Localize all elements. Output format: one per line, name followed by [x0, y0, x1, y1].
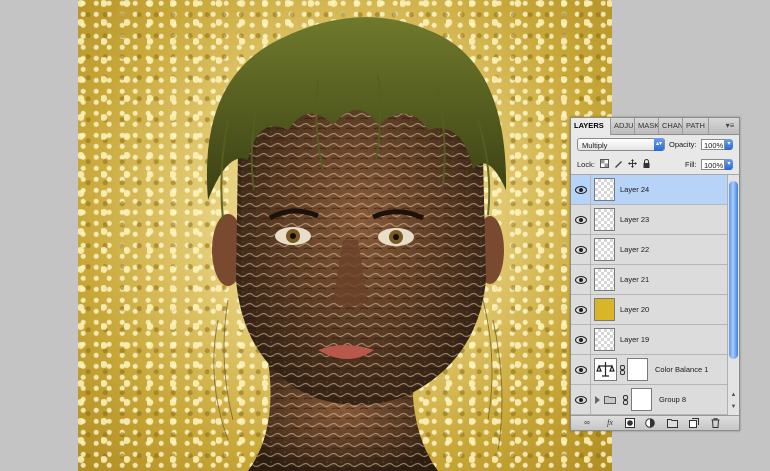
fx-icon[interactable]: fx [603, 418, 617, 428]
layer-name: Layer 22 [620, 245, 650, 254]
layer-mask-thumbnail[interactable] [631, 388, 652, 411]
layer-thumbnail [594, 178, 615, 201]
eye-icon [575, 306, 587, 314]
layer-mask-thumbnail[interactable] [627, 358, 648, 381]
document-canvas[interactable] [78, 0, 612, 471]
fill-dropdown-icon[interactable]: ▾ [725, 159, 733, 170]
layer-row-layer-20[interactable]: Layer 20 [571, 295, 727, 325]
tab-adjustments[interactable]: ADJU [611, 118, 635, 134]
layer-thumbnail [594, 268, 615, 291]
trash-icon[interactable] [711, 418, 720, 428]
layer-name: Layer 24 [620, 185, 650, 194]
lock-pixels-brush-icon[interactable] [614, 159, 623, 168]
layer-row-color-balance-1[interactable]: Color Balance 1 [571, 355, 727, 385]
link-layers-icon[interactable]: ∞ [579, 418, 595, 428]
select-arrows-icon: ▴▾ [654, 138, 664, 151]
new-adjustment-icon[interactable] [645, 418, 655, 428]
new-group-icon[interactable] [667, 418, 678, 428]
visibility-toggle[interactable] [571, 175, 591, 205]
scroll-up-arrow-icon[interactable]: ▲ [729, 391, 738, 400]
layer-row-layer-19[interactable]: Layer 19 [571, 325, 727, 355]
fill-label: Fill: [685, 160, 697, 169]
folder-icon [604, 396, 616, 404]
layer-row-layer-21[interactable]: Layer 21 [571, 265, 727, 295]
visibility-toggle[interactable] [571, 355, 591, 385]
layer-row-layer-23[interactable]: Layer 23 [571, 205, 727, 235]
layer-name: Layer 20 [620, 305, 650, 314]
layer-row-layer-24[interactable]: Layer 24 [571, 175, 727, 205]
chain-link-icon[interactable] [620, 365, 625, 375]
fill-field[interactable]: 100% [701, 159, 725, 170]
eye-icon [575, 186, 587, 194]
bark-face-artwork [206, 17, 507, 471]
opacity-label: Opacity: [669, 140, 697, 149]
opacity-dropdown-icon[interactable]: ▾ [725, 139, 733, 150]
layer-thumbnail [594, 328, 615, 351]
lock-transparency-icon[interactable] [600, 159, 609, 168]
eye-icon [575, 216, 587, 224]
tab-paths[interactable]: PATH [683, 118, 709, 134]
visibility-toggle[interactable] [571, 205, 591, 235]
opacity-value: 100% [704, 141, 724, 150]
tab-masks[interactable]: MASK [635, 118, 659, 134]
layer-list: Layer 24 Layer 23 Layer 22 Layer 21 Laye… [571, 175, 727, 415]
fill-value: 100% [704, 161, 724, 170]
eye-icon [575, 336, 587, 344]
layer-row-layer-22[interactable]: Layer 22 [571, 235, 727, 265]
new-layer-icon[interactable] [689, 418, 699, 428]
workspace-background-left [0, 0, 78, 471]
blend-opacity-row: Multiply ▴▾ Opacity: 100% ▾ [571, 135, 739, 155]
blend-mode-select[interactable]: Multiply ▴▾ [577, 138, 665, 151]
layer-row-group-8[interactable]: Group 8 [571, 385, 727, 415]
layer-name: Color Balance 1 [655, 365, 709, 374]
visibility-toggle[interactable] [571, 325, 591, 355]
eye-icon [575, 246, 587, 254]
layer-list-scrollbar[interactable]: ▲ ▼ [727, 175, 739, 415]
layers-panel: LAYERS ADJU MASK CHAN PATH ▾≡ Multiply ▴… [570, 117, 740, 431]
layer-thumbnail [594, 298, 615, 321]
panel-tab-bar: LAYERS ADJU MASK CHAN PATH ▾≡ [571, 118, 739, 135]
layer-name: Group 8 [659, 395, 687, 404]
layer-name: Layer 19 [620, 335, 650, 344]
scrollbar-thumb[interactable] [729, 181, 738, 359]
expand-triangle-icon[interactable] [595, 396, 600, 404]
eye-icon [575, 276, 587, 284]
panel-bottom-toolbar: ∞ fx [571, 415, 739, 430]
visibility-toggle[interactable] [571, 295, 591, 325]
lock-fill-row: Lock: Fill: 100% ▾ [571, 156, 739, 175]
eye-icon [575, 366, 587, 374]
panel-menu-icon[interactable]: ▾≡ [724, 121, 736, 131]
lock-label: Lock: [577, 160, 595, 169]
tab-channels[interactable]: CHAN [659, 118, 683, 134]
blend-mode-value: Multiply [582, 141, 608, 150]
lock-all-padlock-icon[interactable] [642, 159, 651, 168]
layer-thumbnail [594, 208, 615, 231]
tab-layers[interactable]: LAYERS [571, 118, 611, 135]
lock-position-move-icon[interactable] [628, 159, 637, 168]
visibility-toggle[interactable] [571, 385, 591, 415]
layer-name: Layer 21 [620, 275, 650, 284]
add-mask-icon[interactable] [625, 418, 635, 428]
chain-link-icon[interactable] [623, 395, 628, 405]
layer-thumbnail [594, 238, 615, 261]
color-balance-adjustment-icon [594, 358, 617, 381]
opacity-field[interactable]: 100% [701, 139, 725, 150]
visibility-toggle[interactable] [571, 265, 591, 295]
visibility-toggle[interactable] [571, 235, 591, 265]
scroll-down-arrow-icon[interactable]: ▼ [729, 403, 738, 412]
eye-icon [575, 396, 587, 404]
layer-name: Layer 23 [620, 215, 650, 224]
